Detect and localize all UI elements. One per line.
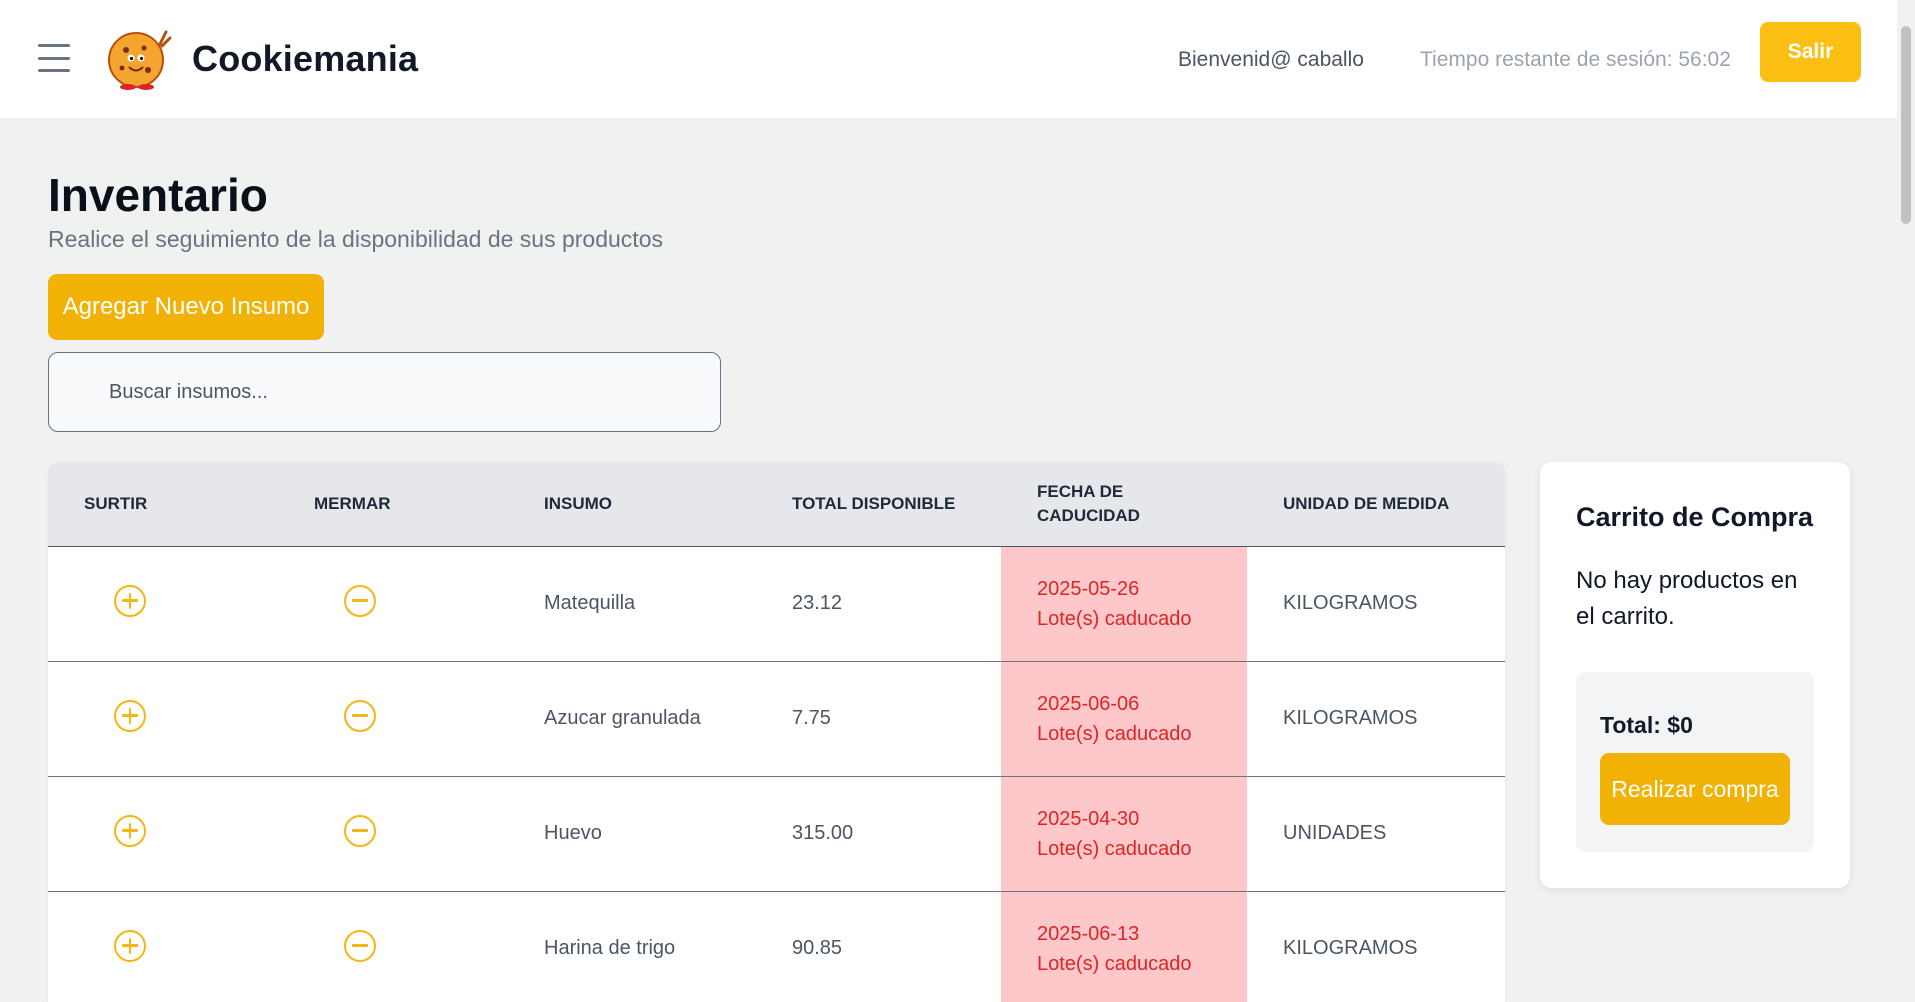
- session-timer: Tiempo restante de sesión: 56:02: [1420, 48, 1731, 71]
- welcome-text: Bienvenid@ caballo: [1178, 48, 1364, 71]
- total-cell: 90.85: [792, 937, 843, 959]
- hamburger-menu-icon[interactable]: [38, 44, 70, 72]
- plus-circle-icon[interactable]: [114, 929, 146, 962]
- cart-title: Carrito de Compra: [1576, 502, 1814, 532]
- plus-circle-icon[interactable]: [114, 814, 146, 847]
- expiry-cell: 2025-06-06 Lote(s) caducado: [1001, 661, 1247, 776]
- expiry-status: Lote(s) caducado: [1037, 722, 1192, 745]
- top-header: Cookiemania Bienvenid@ caballo Tiempo re…: [0, 0, 1897, 118]
- minus-circle-icon[interactable]: [344, 929, 376, 962]
- table-row: Matequilla 23.12 2025-05-26 Lote(s) cadu…: [48, 546, 1505, 661]
- plus-circle-icon[interactable]: [114, 699, 146, 732]
- insumo-cell: Azucar granulada: [544, 707, 701, 729]
- cart-total: Total: $0: [1600, 712, 1693, 738]
- expiry-status: Lote(s) caducado: [1037, 952, 1192, 975]
- expiry-status: Lote(s) caducado: [1037, 607, 1192, 630]
- page-subtitle: Realice el seguimiento de la disponibili…: [48, 226, 663, 252]
- total-cell: 23.12: [792, 592, 843, 614]
- expiry-date: 2025-04-30: [1037, 807, 1140, 830]
- brand-name: Cookiemania: [192, 38, 419, 79]
- add-supply-button[interactable]: Agregar Nuevo Insumo: [48, 274, 324, 340]
- expiry-status: Lote(s) caducado: [1037, 837, 1192, 860]
- table-header-row: SURTIR MERMAR INSUMO TOTAL DISPONIBLE FE…: [48, 462, 1505, 546]
- total-cell: 315.00: [792, 822, 854, 844]
- minus-circle-icon[interactable]: [344, 814, 376, 847]
- unit-cell: KILOGRAMOS: [1283, 937, 1418, 959]
- shopping-cart-panel: Carrito de Compra No hay productos en el…: [1540, 462, 1850, 888]
- table-row: Harina de trigo 90.85 2025-06-13 Lote(s)…: [48, 891, 1505, 1002]
- header-surtir: SURTIR: [84, 493, 148, 513]
- minus-circle-icon[interactable]: [344, 584, 376, 617]
- search-input[interactable]: [48, 352, 721, 432]
- total-cell: 7.75: [792, 707, 831, 729]
- header-insumo: INSUMO: [544, 493, 612, 513]
- header-total-disponible: TOTAL DISPONIBLE: [792, 493, 956, 513]
- expiry-cell: 2025-05-26 Lote(s) caducado: [1001, 546, 1247, 661]
- cart-empty-message: No hay productos en el carrito.: [1576, 567, 1798, 630]
- scrollbar-thumb[interactable]: [1901, 26, 1911, 224]
- unit-cell: UNIDADES: [1283, 822, 1387, 844]
- unit-cell: KILOGRAMOS: [1283, 707, 1418, 729]
- header-mermar: MERMAR: [314, 493, 391, 513]
- inventory-table: SURTIR MERMAR INSUMO TOTAL DISPONIBLE FE…: [48, 462, 1505, 1002]
- expiry-cell: 2025-04-30 Lote(s) caducado: [1001, 776, 1247, 891]
- minus-circle-icon[interactable]: [344, 699, 376, 732]
- insumo-cell: Matequilla: [544, 592, 636, 614]
- expiry-date: 2025-06-06: [1037, 692, 1140, 715]
- table-row: Huevo 315.00 2025-04-30 Lote(s) caducado…: [48, 776, 1505, 891]
- expiry-date: 2025-06-13: [1037, 922, 1140, 945]
- expiry-date: 2025-05-26: [1037, 577, 1140, 600]
- insumo-cell: Harina de trigo: [544, 937, 676, 959]
- plus-circle-icon[interactable]: [114, 584, 146, 617]
- logout-button[interactable]: Salir: [1760, 22, 1861, 82]
- insumo-cell: Huevo: [544, 822, 602, 844]
- checkout-button[interactable]: Realizar compra: [1600, 753, 1790, 825]
- page-scrollbar[interactable]: [1897, 0, 1915, 994]
- page-title: Inventario: [48, 169, 268, 221]
- table-row: Azucar granulada 7.75 2025-06-06 Lote(s)…: [48, 661, 1505, 776]
- unit-cell: KILOGRAMOS: [1283, 592, 1418, 614]
- header-unidad-medida: UNIDAD DE MEDIDA: [1283, 493, 1450, 513]
- cookie-logo: [108, 30, 172, 90]
- header-fecha-caducidad: FECHA DE CADUCIDAD: [1037, 481, 1140, 525]
- cart-summary: Total: $0 Realizar compra: [1576, 672, 1814, 852]
- expiry-cell: 2025-06-13 Lote(s) caducado: [1001, 891, 1247, 1002]
